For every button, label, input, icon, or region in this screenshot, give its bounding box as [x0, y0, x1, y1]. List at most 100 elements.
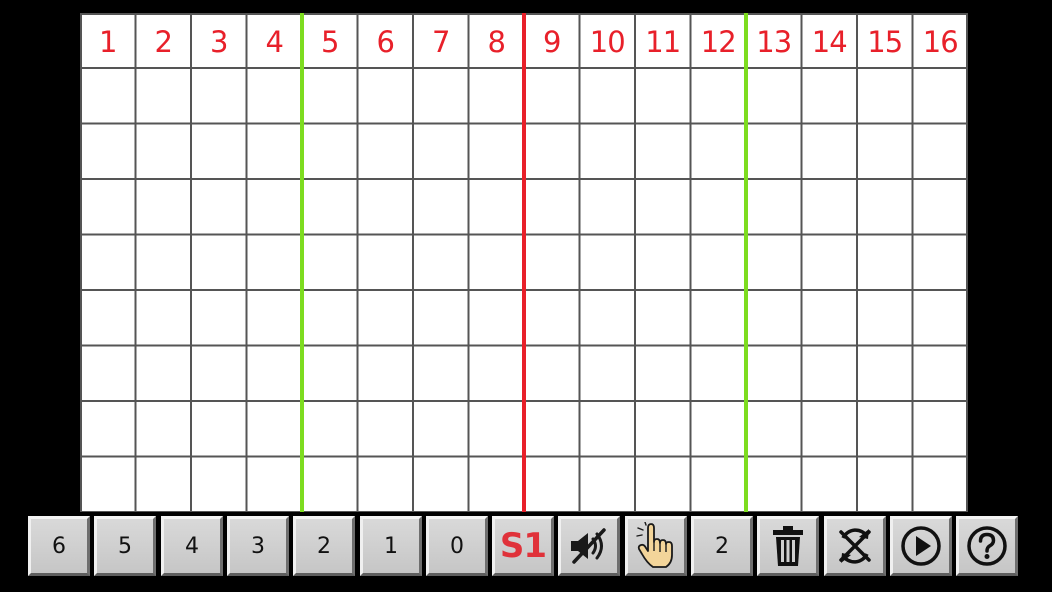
grid-cell[interactable] [246, 68, 302, 124]
grid-cell[interactable] [413, 290, 469, 346]
grid-cell[interactable] [524, 68, 580, 124]
note-6-button[interactable]: 6 [28, 516, 90, 576]
grid-cell[interactable] [912, 123, 968, 179]
grid-cell[interactable] [246, 401, 302, 457]
grid-cell[interactable] [357, 401, 413, 457]
play-button[interactable] [890, 516, 952, 576]
grid-cell[interactable] [468, 401, 524, 457]
grid-cell[interactable] [80, 179, 136, 235]
grid-cell[interactable] [468, 68, 524, 124]
grid-cell[interactable] [135, 290, 191, 346]
grid-cell[interactable] [80, 401, 136, 457]
grid-cell[interactable] [246, 290, 302, 346]
delete-button[interactable] [757, 516, 819, 576]
grid-cell[interactable] [524, 179, 580, 235]
grid-cell[interactable] [413, 401, 469, 457]
grid-cell[interactable] [468, 179, 524, 235]
grid-cell[interactable] [524, 456, 580, 512]
grid-cell[interactable] [912, 290, 968, 346]
grid-cell[interactable] [80, 290, 136, 346]
grid-cell[interactable] [468, 290, 524, 346]
grid-cell[interactable] [579, 234, 635, 290]
note-3-button[interactable]: 3 [227, 516, 289, 576]
grid-cell[interactable] [302, 234, 358, 290]
grid-cell[interactable] [912, 179, 968, 235]
grid-cell[interactable] [690, 345, 746, 401]
note-2-button[interactable]: 2 [293, 516, 355, 576]
grid-cell[interactable] [302, 456, 358, 512]
grid-cell[interactable] [524, 234, 580, 290]
grid-cell[interactable] [635, 290, 691, 346]
grid-cell[interactable] [191, 123, 247, 179]
grid-cell[interactable] [246, 234, 302, 290]
grid-cell[interactable] [191, 401, 247, 457]
grid-cell[interactable] [357, 68, 413, 124]
grid-cell[interactable] [746, 290, 802, 346]
grid-cell[interactable] [746, 456, 802, 512]
note-4-button[interactable]: 4 [161, 516, 223, 576]
grid-cell[interactable] [413, 234, 469, 290]
grid-cell[interactable] [857, 401, 913, 457]
grid-cell[interactable] [635, 123, 691, 179]
grid-cell[interactable] [135, 179, 191, 235]
grid-cell[interactable] [80, 456, 136, 512]
grid-cell[interactable] [302, 401, 358, 457]
grid-cell[interactable] [579, 68, 635, 124]
grid-cell[interactable] [135, 123, 191, 179]
grid-cell[interactable] [579, 401, 635, 457]
grid-cell[interactable] [801, 179, 857, 235]
grid-cell[interactable] [135, 345, 191, 401]
grid-cell[interactable] [524, 401, 580, 457]
grid-cell[interactable] [302, 68, 358, 124]
grid-cell[interactable] [579, 456, 635, 512]
grid-cell[interactable] [857, 290, 913, 346]
grid-cell[interactable] [191, 179, 247, 235]
grid-cell[interactable] [357, 456, 413, 512]
sound-set-button[interactable]: S1 [492, 516, 554, 576]
grid-cell[interactable] [635, 345, 691, 401]
grid-cell[interactable] [191, 456, 247, 512]
grid-cell[interactable] [246, 123, 302, 179]
grid-cell[interactable] [635, 401, 691, 457]
grid-cell[interactable] [912, 234, 968, 290]
grid-cell[interactable] [357, 179, 413, 235]
help-button[interactable] [956, 516, 1018, 576]
bar-count-button[interactable]: 2 [691, 516, 753, 576]
grid-cell[interactable] [246, 179, 302, 235]
grid-cell[interactable] [801, 68, 857, 124]
grid-cell[interactable] [80, 68, 136, 124]
grid-cell[interactable] [80, 234, 136, 290]
note-5-button[interactable]: 5 [94, 516, 156, 576]
grid-cell[interactable] [191, 234, 247, 290]
grid-cell[interactable] [746, 179, 802, 235]
grid-cell[interactable] [579, 290, 635, 346]
grid-cell[interactable] [413, 456, 469, 512]
grid-cell[interactable] [746, 234, 802, 290]
grid-cell[interactable] [857, 345, 913, 401]
grid-cell[interactable] [801, 401, 857, 457]
grid-cell[interactable] [912, 401, 968, 457]
grid-cell[interactable] [357, 345, 413, 401]
grid-cell[interactable] [690, 68, 746, 124]
grid-cell[interactable] [135, 401, 191, 457]
grid-cell[interactable] [746, 345, 802, 401]
grid-cell[interactable] [635, 234, 691, 290]
grid-cell[interactable] [579, 345, 635, 401]
grid-cell[interactable] [635, 68, 691, 124]
grid-cell[interactable] [746, 68, 802, 124]
grid-cell[interactable] [468, 456, 524, 512]
grid-cell[interactable] [690, 123, 746, 179]
grid-cell[interactable] [246, 456, 302, 512]
grid-cell[interactable] [302, 123, 358, 179]
grid-cell[interactable] [468, 234, 524, 290]
grid-cell[interactable] [635, 179, 691, 235]
grid-cell[interactable] [191, 68, 247, 124]
grid-cell[interactable] [413, 179, 469, 235]
grid-cell[interactable] [135, 456, 191, 512]
grid-cell[interactable] [746, 401, 802, 457]
grid-cell[interactable] [857, 68, 913, 124]
grid-cell[interactable] [857, 456, 913, 512]
grid-cell[interactable] [801, 456, 857, 512]
grid-cell[interactable] [468, 345, 524, 401]
grid-cell[interactable] [801, 234, 857, 290]
